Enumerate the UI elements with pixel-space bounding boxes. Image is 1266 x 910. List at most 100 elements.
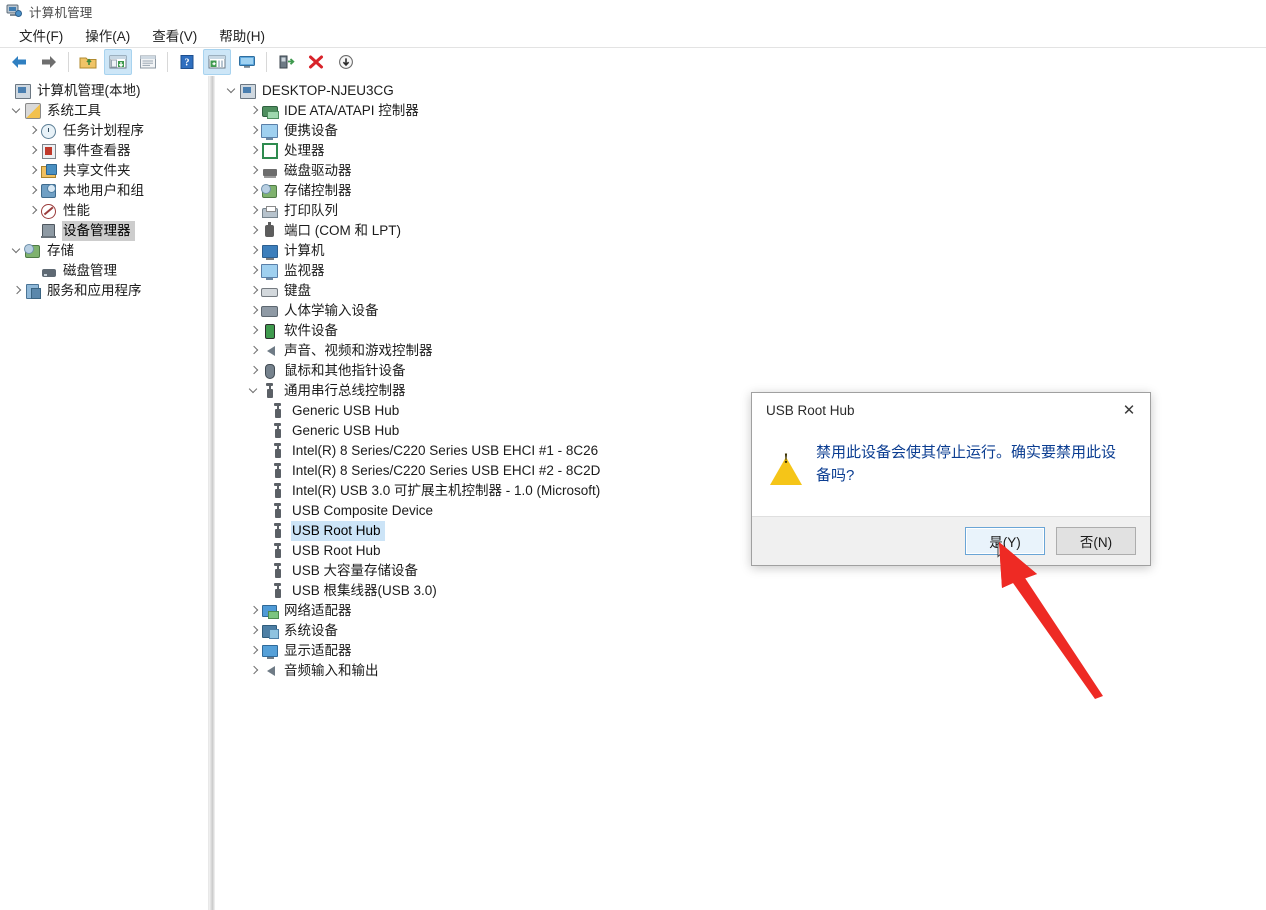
device-category-computer[interactable]: 计算机 — [215, 241, 1266, 261]
chevron-right-icon[interactable] — [247, 147, 261, 155]
toolbar-help[interactable]: ? — [173, 49, 201, 75]
sidebar-item-disk-management[interactable]: 磁盘管理 — [0, 261, 208, 281]
chevron-right-icon[interactable] — [247, 187, 261, 195]
sidebar-item-computer-management[interactable]: 计算机管理(本地) — [0, 81, 208, 101]
device-category-ide[interactable]: IDE ATA/ATAPI 控制器 — [215, 101, 1266, 121]
device-category-print-queues[interactable]: 打印队列 — [215, 201, 1266, 221]
chevron-right-icon[interactable] — [247, 347, 261, 355]
sidebar-item-task-scheduler[interactable]: 任务计划程序 — [0, 121, 208, 141]
chevron-right-icon[interactable] — [247, 327, 261, 335]
shared-folders-icon — [40, 163, 57, 179]
processor-icon — [261, 143, 278, 159]
toolbar-properties[interactable] — [134, 49, 162, 75]
services-applications-icon — [24, 283, 41, 299]
device-node-label: 网络适配器 — [284, 603, 352, 618]
chevron-down-icon[interactable] — [247, 387, 261, 395]
device-node-label: Intel(R) USB 3.0 可扩展主机控制器 - 1.0 (Microso… — [292, 483, 601, 498]
device-category-network-adapters[interactable]: 网络适配器 — [215, 601, 1266, 621]
chevron-right-icon[interactable] — [247, 667, 261, 675]
svg-text:?: ? — [185, 58, 190, 69]
dialog-yes-button[interactable]: 是(Y) — [965, 527, 1045, 555]
device-category-portable[interactable]: 便携设备 — [215, 121, 1266, 141]
device-category-hid[interactable]: 人体学输入设备 — [215, 301, 1266, 321]
device-node-label: 人体学输入设备 — [284, 303, 379, 318]
device-node-label: 磁盘驱动器 — [284, 163, 352, 178]
close-icon[interactable]: ✕ — [1112, 396, 1146, 424]
sidebar-item-services-applications[interactable]: 服务和应用程序 — [0, 281, 208, 301]
dialog-no-button[interactable]: 否(N) — [1056, 527, 1136, 555]
sidebar-item-label: 共享文件夹 — [63, 163, 131, 178]
device-category-audio-io[interactable]: 音频输入和输出 — [215, 661, 1266, 681]
toolbar-console-tree[interactable] — [104, 49, 132, 75]
menu-view[interactable]: 查看(V) — [141, 22, 208, 48]
toolbar-up-folder[interactable] — [74, 49, 102, 75]
device-item-usb-root-hub-usb3[interactable]: USB 根集线器(USB 3.0) — [215, 581, 1266, 601]
chevron-right-icon[interactable] — [26, 187, 40, 195]
device-category-software-devices[interactable]: 软件设备 — [215, 321, 1266, 341]
chevron-right-icon[interactable] — [247, 627, 261, 635]
chevron-right-icon[interactable] — [247, 247, 261, 255]
chevron-right-icon[interactable] — [247, 307, 261, 315]
sidebar-item-local-users-groups[interactable]: 本地用户和组 — [0, 181, 208, 201]
chevron-right-icon[interactable] — [247, 167, 261, 175]
device-category-system-devices[interactable]: 系统设备 — [215, 621, 1266, 641]
sidebar-item-performance[interactable]: 性能 — [0, 201, 208, 221]
toolbar-scan-hardware[interactable] — [332, 49, 360, 75]
sidebar-item-system-tools[interactable]: 系统工具 — [0, 101, 208, 121]
chevron-right-icon[interactable] — [247, 367, 261, 375]
device-node-label: Intel(R) 8 Series/C220 Series USB EHCI #… — [292, 443, 599, 458]
sidebar-item-shared-folders[interactable]: 共享文件夹 — [0, 161, 208, 181]
chevron-right-icon[interactable] — [26, 147, 40, 155]
disable-device-dialog: USB Root Hub ✕ 禁用此设备会使其停止运行。确实要禁用此设备吗? 是… — [751, 392, 1151, 566]
dialog-body: 禁用此设备会使其停止运行。确实要禁用此设备吗? — [752, 427, 1150, 516]
chevron-right-icon[interactable] — [10, 287, 24, 295]
chevron-right-icon[interactable] — [247, 607, 261, 615]
chevron-right-icon[interactable] — [247, 647, 261, 655]
usb-device-icon — [269, 502, 286, 519]
chevron-right-icon[interactable] — [247, 267, 261, 275]
toolbar-update-driver[interactable] — [272, 49, 300, 75]
chevron-right-icon[interactable] — [247, 287, 261, 295]
monitor-icon — [261, 263, 278, 280]
chevron-down-icon[interactable] — [225, 87, 239, 95]
chevron-right-icon[interactable] — [247, 227, 261, 235]
device-node-computer[interactable]: DESKTOP-NJEU3CG — [215, 81, 1266, 101]
sidebar-item-label: 设备管理器 — [62, 221, 135, 241]
chevron-down-icon[interactable] — [10, 107, 24, 115]
sidebar-item-storage[interactable]: 存储 — [0, 241, 208, 261]
toolbar-monitor[interactable] — [233, 49, 261, 75]
chevron-down-icon[interactable] — [10, 247, 24, 255]
chevron-right-icon[interactable] — [26, 127, 40, 135]
device-category-processor[interactable]: 处理器 — [215, 141, 1266, 161]
chevron-right-icon[interactable] — [247, 207, 261, 215]
toolbar-forward[interactable] — [35, 49, 63, 75]
computer-icon — [261, 243, 278, 260]
toolbar-uninstall[interactable] — [302, 49, 330, 75]
device-category-monitors[interactable]: 监视器 — [215, 261, 1266, 281]
sidebar-item-event-viewer[interactable]: 事件查看器 — [0, 141, 208, 161]
chevron-right-icon[interactable] — [26, 207, 40, 215]
device-node-label: 监视器 — [284, 263, 325, 278]
device-category-storage-controllers[interactable]: 存储控制器 — [215, 181, 1266, 201]
chevron-right-icon[interactable] — [247, 107, 261, 115]
menu-file[interactable]: 文件(F) — [8, 22, 74, 48]
chevron-right-icon[interactable] — [26, 167, 40, 175]
menu-help[interactable]: 帮助(H) — [208, 22, 276, 48]
device-category-ports[interactable]: 端口 (COM 和 LPT) — [215, 221, 1266, 241]
device-category-disk-drives[interactable]: 磁盘驱动器 — [215, 161, 1266, 181]
device-category-keyboards[interactable]: 键盘 — [215, 281, 1266, 301]
usb-device-icon — [269, 542, 286, 559]
menu-action[interactable]: 操作(A) — [74, 22, 141, 48]
sidebar-item-device-manager[interactable]: 设备管理器 — [0, 221, 208, 241]
device-node-label: USB Root Hub — [292, 543, 381, 558]
sidebar-item-label: 计算机管理(本地) — [37, 83, 141, 98]
device-category-sound-video-game[interactable]: 声音、视频和游戏控制器 — [215, 341, 1266, 361]
event-viewer-icon — [40, 143, 57, 159]
chevron-right-icon[interactable] — [247, 127, 261, 135]
toolbar-action-pane[interactable] — [203, 49, 231, 75]
device-category-display-adapters[interactable]: 显示适配器 — [215, 641, 1266, 661]
device-category-mice[interactable]: 鼠标和其他指针设备 — [215, 361, 1266, 381]
sidebar-item-label: 本地用户和组 — [63, 183, 144, 198]
toolbar-back[interactable] — [5, 49, 33, 75]
sidebar-item-label: 任务计划程序 — [63, 123, 144, 138]
